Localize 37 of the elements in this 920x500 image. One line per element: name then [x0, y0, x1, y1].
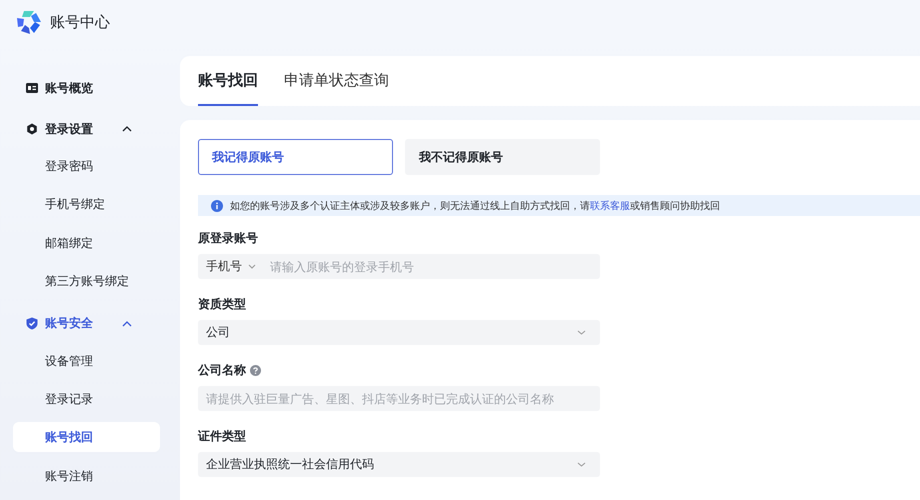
- chevron-icon: [122, 320, 132, 327]
- option-card[interactable]: 我记得原账号: [198, 139, 393, 175]
- caret-icon: [577, 462, 586, 467]
- sidebar-item[interactable]: 账号找回: [13, 422, 160, 452]
- gear-icon: [26, 123, 38, 135]
- sidebar-group[interactable]: 登录设置: [0, 110, 180, 148]
- notice-text: 如您的账号涉及多个认证主体或涉及较多账户，则无法通过线上自助方式找回，请联系客服或销售顾问协助找回: [230, 200, 720, 212]
- input-field[interactable]: 请提供入驻巨量广告、星图、抖店等业务时已完成认证的公司名称: [198, 386, 600, 411]
- field-label: 原登录账号: [198, 230, 258, 246]
- field-label: 公司名称: [198, 362, 246, 378]
- tab[interactable]: 申请单状态查询: [284, 56, 389, 106]
- caret-icon: [577, 330, 586, 335]
- country-select[interactable]: 手机号: [198, 258, 268, 275]
- logo-icon: [16, 9, 42, 35]
- sidebar-item[interactable]: 邮箱绑定: [13, 228, 160, 258]
- option-card[interactable]: 我不记得原账号: [405, 139, 600, 175]
- sidebar-item[interactable]: 账号概览: [0, 69, 180, 107]
- sidebar-item[interactable]: 账号注销: [13, 460, 160, 491]
- sidebar-item[interactable]: 手机号绑定: [13, 189, 160, 220]
- sidebar-group[interactable]: 账号安全: [0, 304, 180, 343]
- field-label: 资质类型: [198, 296, 246, 312]
- app-title: 账号中心: [50, 12, 110, 32]
- field-label: 证件类型: [198, 428, 246, 444]
- chevron-icon: [122, 126, 132, 132]
- info-icon: [211, 200, 223, 212]
- caret-icon: [248, 264, 256, 269]
- sidebar-item[interactable]: 登录密码: [13, 151, 160, 181]
- sidebar-item[interactable]: 第三方账号绑定: [13, 266, 160, 296]
- sidebar-item[interactable]: 登录记录: [13, 384, 160, 414]
- sidebar-item[interactable]: 设备管理: [13, 346, 160, 376]
- id-card-icon: [26, 83, 38, 93]
- select-field[interactable]: 公司: [198, 320, 600, 345]
- tab[interactable]: 账号找回: [198, 56, 258, 106]
- contact-link[interactable]: 联系客服: [590, 200, 630, 212]
- shield-icon: [26, 317, 38, 330]
- select-field[interactable]: 企业营业执照统一社会信用代码: [198, 452, 600, 477]
- phone-field[interactable]: 手机号 请输入原账号的登录手机号: [198, 254, 600, 279]
